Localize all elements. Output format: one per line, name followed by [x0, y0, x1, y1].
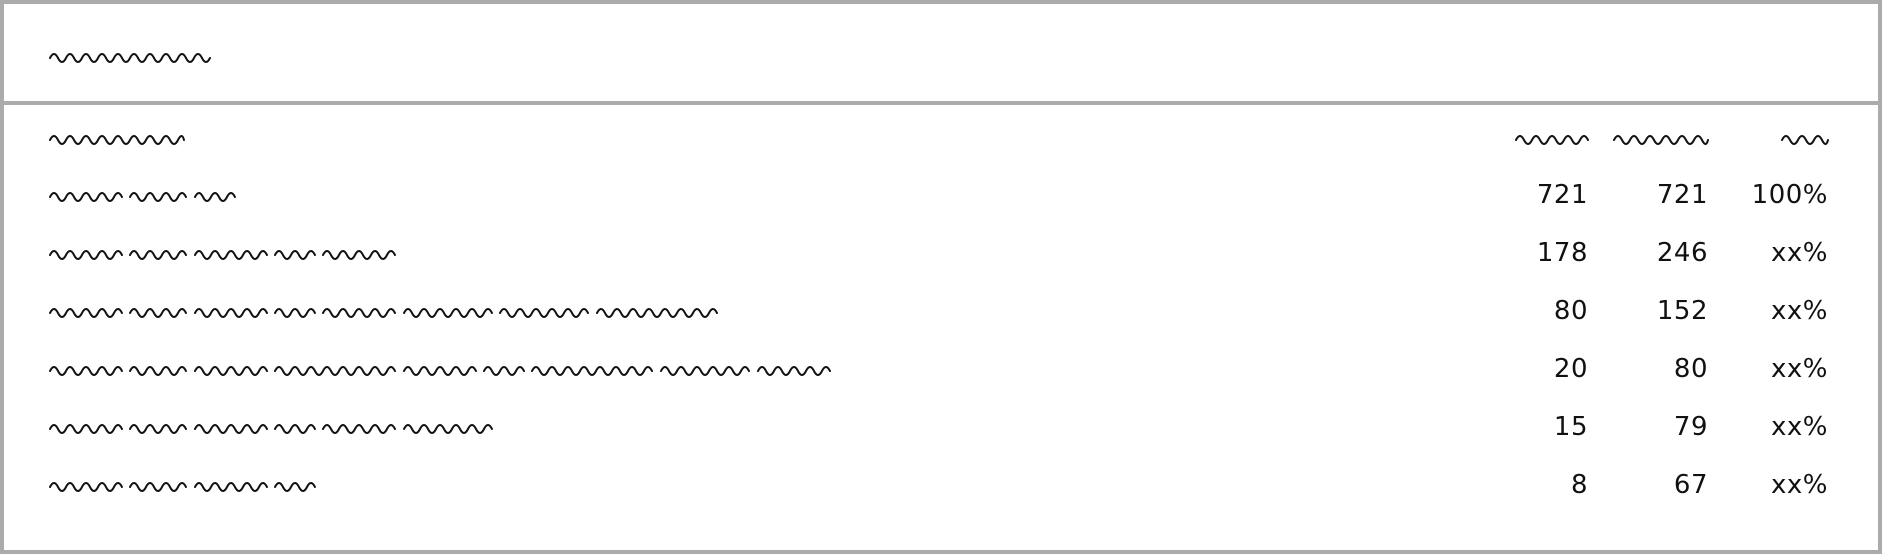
- row-label-word: [402, 366, 477, 376]
- row-label-word: [595, 308, 718, 318]
- table-row: 178 246 xx%: [4, 224, 1878, 282]
- row-value-2: 80: [1673, 354, 1708, 384]
- row-value-3: xx%: [1771, 296, 1828, 326]
- row-value-2: 152: [1656, 296, 1708, 326]
- row-value-2: 246: [1656, 238, 1708, 268]
- header-1-squiggle: [1515, 135, 1589, 145]
- row-value-3: xx%: [1771, 470, 1828, 500]
- row-label-word: [402, 424, 493, 434]
- row-label-word: [531, 366, 654, 376]
- row-label-word: [402, 308, 493, 318]
- row-label-word: [129, 308, 188, 318]
- row-label-word: [274, 482, 317, 492]
- row-label-word: [274, 424, 317, 434]
- row-value-2: 721: [1656, 180, 1708, 210]
- header-label-squiggle: [49, 135, 185, 145]
- row-label-word: [129, 250, 188, 260]
- table-row: 721 721 100%: [4, 166, 1878, 224]
- column-header-label: [49, 109, 185, 167]
- row-label: [49, 398, 493, 456]
- row-label-word: [756, 366, 831, 376]
- header-3-squiggle: [1781, 135, 1829, 145]
- table-header-row: [4, 109, 1878, 167]
- row-label-word: [193, 192, 236, 202]
- row-value-1: 20: [1553, 354, 1588, 384]
- row-label-word: [274, 366, 397, 376]
- row-value-1: 8: [1570, 470, 1588, 500]
- column-header-2: [1588, 109, 1709, 167]
- row-value-2: 67: [1673, 470, 1708, 500]
- row-label: [49, 456, 317, 514]
- row-label-word: [193, 366, 268, 376]
- row-label-word: [322, 424, 397, 434]
- row-label-word: [274, 250, 317, 260]
- row-label-word: [49, 482, 123, 492]
- row-label-word: [322, 308, 397, 318]
- row-value-3: xx%: [1771, 354, 1828, 384]
- table-row: 20 80 xx%: [4, 340, 1878, 398]
- row-label: [49, 282, 718, 340]
- table-row: 15 79 xx%: [4, 398, 1878, 456]
- row-label-word: [129, 424, 188, 434]
- row-label: [49, 224, 397, 282]
- row-label-word: [660, 366, 751, 376]
- row-label-word: [129, 482, 188, 492]
- table-row: 80 152 xx%: [4, 282, 1878, 340]
- row-value-3: 100%: [1751, 180, 1828, 210]
- row-label-word: [49, 424, 123, 434]
- row-value-3: xx%: [1771, 238, 1828, 268]
- column-header-3: [1708, 109, 1829, 167]
- row-label-word: [129, 192, 188, 202]
- row-label-word: [193, 424, 268, 434]
- row-label-word: [483, 366, 526, 376]
- row-label-word: [193, 482, 268, 492]
- table-row: 8 67 xx%: [4, 456, 1878, 514]
- window-frame: 721 721 100% 178 246 xx% 80 152 xx% 20 80 xx% 15 79 xx…: [0, 0, 1882, 554]
- row-label-word: [49, 250, 123, 260]
- row-value-1: 178: [1536, 238, 1588, 268]
- row-value-1: 721: [1536, 180, 1588, 210]
- row-label-word: [193, 250, 268, 260]
- row-label-word: [193, 308, 268, 318]
- header-2-squiggle: [1613, 135, 1709, 145]
- row-value-1: 80: [1553, 296, 1588, 326]
- column-header-1: [1468, 109, 1589, 167]
- row-label-word: [129, 366, 188, 376]
- row-label-word: [322, 250, 397, 260]
- row-label-word: [49, 192, 123, 202]
- title-squiggle: [49, 53, 211, 63]
- row-label: [49, 166, 236, 224]
- data-table: 721 721 100% 178 246 xx% 80 152 xx% 20 80 xx% 15 79 xx…: [4, 109, 1878, 550]
- row-label-word: [49, 366, 123, 376]
- row-label-word: [49, 308, 123, 318]
- row-label: [49, 340, 831, 398]
- row-value-1: 15: [1553, 412, 1588, 442]
- row-label-word: [274, 308, 317, 318]
- row-value-3: xx%: [1771, 412, 1828, 442]
- row-value-2: 79: [1673, 412, 1708, 442]
- header-bar: [4, 4, 1878, 105]
- row-label-word: [499, 308, 590, 318]
